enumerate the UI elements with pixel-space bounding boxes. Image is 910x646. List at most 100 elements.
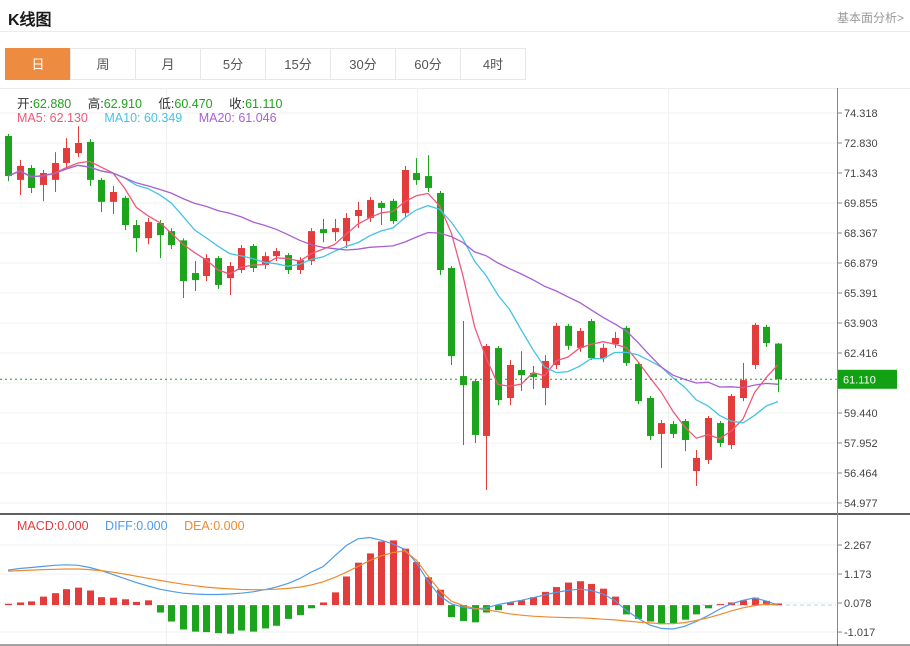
page-title: K线图 [8, 6, 52, 30]
candle [763, 327, 770, 343]
macd-bar [448, 605, 455, 617]
macd-bar [273, 605, 280, 626]
candle [63, 148, 70, 163]
candle [308, 231, 315, 261]
tab-日[interactable]: 日 [5, 48, 71, 80]
candle [565, 326, 572, 346]
candle [273, 251, 280, 256]
ma5-label: MA5: [17, 111, 50, 125]
candle [378, 203, 385, 208]
candle [635, 364, 642, 401]
tab-4时[interactable]: 4时 [460, 48, 526, 80]
candle [110, 192, 117, 202]
candle [5, 136, 12, 176]
macd-bar [413, 562, 420, 605]
candle [647, 398, 654, 436]
candle [658, 423, 665, 434]
tab-周[interactable]: 周 [70, 48, 136, 80]
low-label: 低: [158, 97, 174, 111]
candle [320, 229, 327, 233]
y-axis-label: 2.267 [844, 540, 872, 552]
y-axis-label: 71.343 [844, 168, 878, 180]
y-axis-label: 66.879 [844, 258, 878, 270]
tab-60分[interactable]: 60分 [395, 48, 461, 80]
candle [612, 338, 619, 344]
candle [717, 423, 724, 443]
macd-bar [133, 602, 140, 605]
low-value: 60.470 [174, 97, 212, 111]
tab-30分[interactable]: 30分 [330, 48, 396, 80]
close-label: 收: [229, 97, 245, 111]
candle [332, 228, 339, 232]
y-axis-label: 69.855 [844, 198, 878, 210]
macd-bar [705, 605, 712, 608]
candle [693, 458, 700, 471]
y-axis-label: 0.078 [844, 598, 872, 610]
macd-bar [192, 605, 199, 632]
macd-bar [215, 605, 222, 633]
macd-bar [588, 584, 595, 605]
candle [75, 143, 82, 153]
macd-bar [343, 576, 350, 605]
candle [145, 222, 152, 238]
y-axis-label: 74.318 [844, 108, 878, 120]
y-axis-label: 62.416 [844, 348, 878, 360]
candle [775, 344, 782, 380]
ma10-value: 60.349 [144, 111, 182, 125]
y-axis-label: 63.903 [844, 318, 878, 330]
macd-bar [157, 605, 164, 612]
macd-bar [227, 605, 234, 634]
y-axis-label: 59.440 [844, 408, 878, 420]
macd-bar [238, 605, 245, 630]
tab-bar: 日周月5分15分30分60分4时 [5, 48, 526, 80]
open-value: 62.880 [33, 97, 71, 111]
tab-5分[interactable]: 5分 [200, 48, 266, 80]
candle [740, 380, 747, 398]
macd-bar [285, 605, 292, 619]
high-label: 高: [88, 97, 104, 111]
macd-bar [122, 599, 129, 605]
macd-bar [320, 602, 327, 605]
current-price-badge-label: 61.110 [843, 374, 876, 386]
macd-bar [682, 605, 689, 620]
tab-月[interactable]: 月 [135, 48, 201, 80]
macd-bar [332, 592, 339, 605]
macd-bar [168, 605, 175, 621]
dea-value: 0.000 [213, 519, 244, 533]
tab-15分[interactable]: 15分 [265, 48, 331, 80]
candle [588, 321, 595, 358]
macd-bar [28, 601, 35, 605]
candle [87, 142, 94, 180]
macd-bar [483, 605, 490, 612]
macd-bar [378, 541, 385, 605]
macd-bar [110, 598, 117, 605]
ma20-value: 61.046 [238, 111, 276, 125]
macd-bar [495, 605, 502, 610]
candle [518, 370, 525, 375]
macd-bar [203, 605, 210, 632]
diff-label: DIFF: [105, 519, 136, 533]
y-axis-label: 68.367 [844, 228, 878, 240]
fundamental-analysis-link[interactable]: 基本面分析> [837, 9, 904, 26]
macd-bar [577, 581, 584, 605]
ma20-label: MA20: [199, 111, 239, 125]
macd-bar [98, 597, 105, 605]
macd-bar [308, 605, 315, 608]
candle [402, 170, 409, 213]
macd-bar [658, 605, 665, 624]
candle [460, 376, 467, 385]
candle [705, 418, 712, 460]
candlestick-chart: 74.31872.83071.34369.85568.36766.87965.3… [0, 88, 910, 513]
macd-readout: MACD:0.000 DIFF:0.000 DEA:0.000 [17, 519, 258, 533]
candle [448, 268, 455, 356]
y-axis-label: 54.977 [844, 498, 878, 510]
open-label: 开: [17, 97, 33, 111]
macd-bar [355, 563, 362, 605]
macd-bar [623, 605, 630, 614]
macd-bar [297, 605, 304, 615]
y-axis-label: 56.464 [844, 468, 878, 480]
macd-bar [390, 540, 397, 605]
candle [367, 200, 374, 218]
candle [495, 348, 502, 400]
y-axis-label: 72.830 [844, 138, 878, 150]
